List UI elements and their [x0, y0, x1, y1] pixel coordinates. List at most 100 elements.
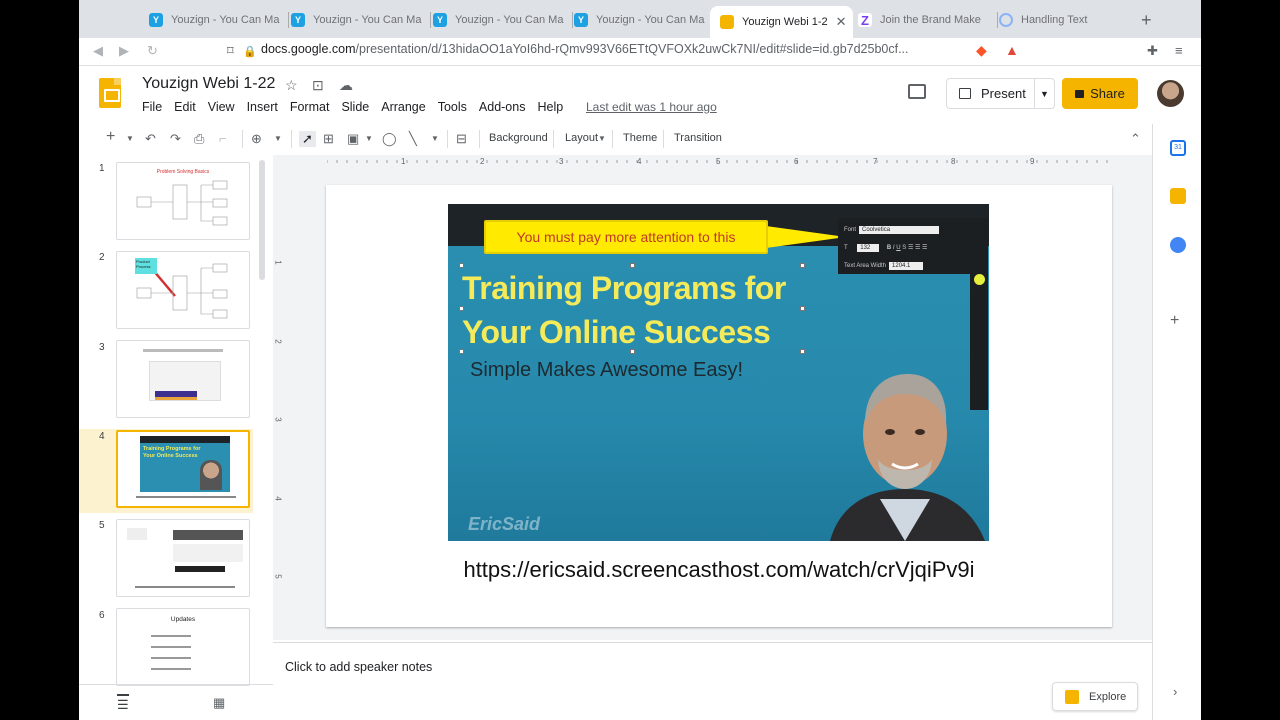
undo-icon[interactable]: ↶ — [145, 131, 156, 147]
image-dropdown-icon[interactable]: ▼ — [365, 134, 373, 143]
browser-tab-active[interactable]: Youzign Webi 1-2 ✕ — [710, 6, 853, 38]
paint-format-icon[interactable]: ⌐ — [219, 131, 227, 146]
bookmark-icon[interactable]: ⌑ — [227, 43, 234, 59]
menu-arrange[interactable]: Arrange — [381, 100, 425, 114]
youzign-icon: Y — [149, 13, 163, 27]
keep-icon[interactable] — [1170, 188, 1186, 204]
slide-thumbnail-2[interactable]: Product Process — [116, 251, 250, 329]
browser-tab[interactable]: Z Join the Brand Make — [858, 8, 998, 32]
forward-icon[interactable]: ▶ — [119, 43, 129, 59]
collapse-toolbar-icon[interactable]: ⌃ — [1130, 131, 1141, 147]
layout-dropdown-icon[interactable]: ▼ — [598, 134, 606, 143]
brave-shield-icon[interactable]: ◆ — [976, 42, 987, 59]
browser-tab[interactable]: Y Youzign - You Can Ma — [433, 8, 573, 32]
callout-box: You must pay more attention to this — [484, 220, 768, 254]
menu-slide[interactable]: Slide — [341, 100, 369, 114]
filmstrip-view-icon[interactable]: ☰ — [117, 694, 129, 713]
ruler-tick: 7 — [873, 157, 878, 166]
url-field[interactable]: docs.google.com/presentation/d/13hidaOO1… — [261, 42, 909, 56]
shape-icon[interactable]: ◯ — [382, 131, 397, 147]
line-dropdown-icon[interactable]: ▼ — [431, 134, 439, 143]
menu-edit[interactable]: Edit — [174, 100, 196, 114]
zoom-icon[interactable]: ⊕ — [251, 131, 262, 147]
menu-insert[interactable]: Insert — [247, 100, 278, 114]
move-folder-icon[interactable]: ⊡ — [312, 77, 324, 94]
menu-addons[interactable]: Add-ons — [479, 100, 526, 114]
speaker-notes-placeholder[interactable]: Click to add speaker notes — [285, 660, 432, 674]
menu-icon[interactable]: ≡ — [1175, 43, 1183, 58]
star-icon[interactable]: ☆ — [285, 77, 298, 94]
slide-number: 2 — [99, 252, 105, 263]
browser-tab[interactable]: Y Youzign - You Can Ma — [291, 8, 431, 32]
slides-logo-icon[interactable] — [99, 78, 121, 108]
slide-thumbnail-4[interactable]: Training Programs for Your Online Succes… — [116, 430, 250, 508]
text-width-field: 1204.1 — [889, 262, 924, 270]
menu-view[interactable]: View — [208, 100, 235, 114]
line-icon[interactable]: ╲ — [409, 131, 417, 147]
new-slide-icon[interactable]: + — [106, 128, 115, 146]
slides-icon — [720, 15, 734, 29]
zoom-dropdown-icon[interactable]: ▼ — [274, 134, 282, 143]
add-addon-icon[interactable]: + — [1170, 312, 1179, 330]
text-settings-panel: Font Coolvetica T 132 B I U S ☰ ☰ ☰ Text … — [838, 218, 988, 274]
browser-window: Y Youzign - You Can Ma Y Youzign - You C… — [79, 0, 1201, 720]
background-button[interactable]: Background — [489, 132, 548, 144]
menu-help[interactable]: Help — [537, 100, 563, 114]
browser-tab[interactable]: Handling Text — [999, 8, 1129, 32]
slide-thumbnail-5[interactable] — [116, 519, 250, 597]
menu-file[interactable]: File — [142, 100, 162, 114]
comment-add-icon[interactable]: ⊟ — [456, 131, 467, 147]
slide-thumbnail-6[interactable]: Updates — [116, 608, 250, 686]
redo-icon[interactable]: ↷ — [170, 131, 181, 147]
current-slide[interactable]: You must pay more attention to this Font… — [326, 185, 1112, 627]
browser-tab[interactable]: Y Youzign - You Can Ma — [149, 8, 289, 32]
select-cursor-icon[interactable]: ➚ — [299, 131, 316, 147]
new-slide-dropdown-icon[interactable]: ▼ — [126, 134, 134, 143]
brand-logo: EricSaid — [468, 514, 541, 534]
slide-thumbnail-3[interactable] — [116, 340, 250, 418]
image-icon[interactable]: ▣ — [347, 131, 359, 147]
print-icon[interactable]: ⎙ — [194, 131, 204, 147]
new-tab-button[interactable]: + — [1141, 10, 1152, 31]
menu-tools[interactable]: Tools — [438, 100, 467, 114]
browser-tab[interactable]: Y Youzign - You Can Ma — [574, 8, 714, 32]
comments-icon[interactable] — [908, 84, 926, 99]
ruler-tick: 3 — [273, 417, 283, 422]
back-icon[interactable]: ◀ — [93, 43, 103, 59]
slide-subheadline: Simple Makes Awesome Easy! — [470, 359, 744, 381]
tab-strip: Y Youzign - You Can Ma Y Youzign - You C… — [79, 0, 1201, 38]
grid-view-icon[interactable]: ▦ — [213, 695, 225, 711]
slide-url-text[interactable]: https://ericsaid.screencasthost.com/watc… — [326, 557, 1112, 583]
explore-button[interactable]: Explore — [1052, 682, 1138, 711]
ruler-tick: 5 — [716, 157, 721, 166]
slide-headline-line2: Your Online Success — [462, 314, 771, 350]
avatar[interactable] — [1157, 80, 1184, 107]
vertical-ruler: 1 2 3 4 5 — [273, 182, 287, 622]
expand-panel-icon[interactable]: › — [1173, 684, 1177, 699]
layout-button[interactable]: Layout — [565, 132, 598, 144]
slide-video-screenshot[interactable]: You must pay more attention to this Font… — [448, 204, 989, 541]
extensions-icon[interactable]: ✚ — [1147, 43, 1158, 59]
present-button[interactable]: Present ▼ — [946, 78, 1055, 109]
transition-button[interactable]: Transition — [674, 132, 722, 144]
ruler-tick: 1 — [273, 260, 283, 265]
rewards-icon[interactable]: ▲ — [1005, 42, 1019, 58]
close-tab-icon[interactable]: ✕ — [836, 14, 847, 30]
theme-button[interactable]: Theme — [623, 132, 657, 144]
filmstrip-scrollbar[interactable] — [259, 160, 265, 280]
text-box-icon[interactable]: ⊞ — [323, 131, 334, 147]
slide-number: 1 — [99, 163, 105, 174]
youzign-icon: Y — [574, 13, 588, 27]
last-edit-link[interactable]: Last edit was 1 hour ago — [586, 100, 717, 114]
tasks-icon[interactable] — [1170, 237, 1186, 253]
youzign-icon: Y — [433, 13, 447, 27]
share-button[interactable]: Share — [1062, 78, 1138, 109]
menu-format[interactable]: Format — [290, 100, 330, 114]
slide-thumbnail-1[interactable]: Problem Solving Basics — [116, 162, 250, 240]
reload-icon[interactable]: ↻ — [147, 43, 158, 59]
calendar-icon[interactable]: 31 — [1170, 140, 1186, 156]
present-icon — [959, 88, 971, 99]
document-title[interactable]: Youzign Webi 1-22 — [142, 75, 275, 93]
present-dropdown-icon[interactable]: ▼ — [1034, 79, 1054, 108]
speaker-notes[interactable]: Click to add speaker notes — [273, 642, 1152, 720]
